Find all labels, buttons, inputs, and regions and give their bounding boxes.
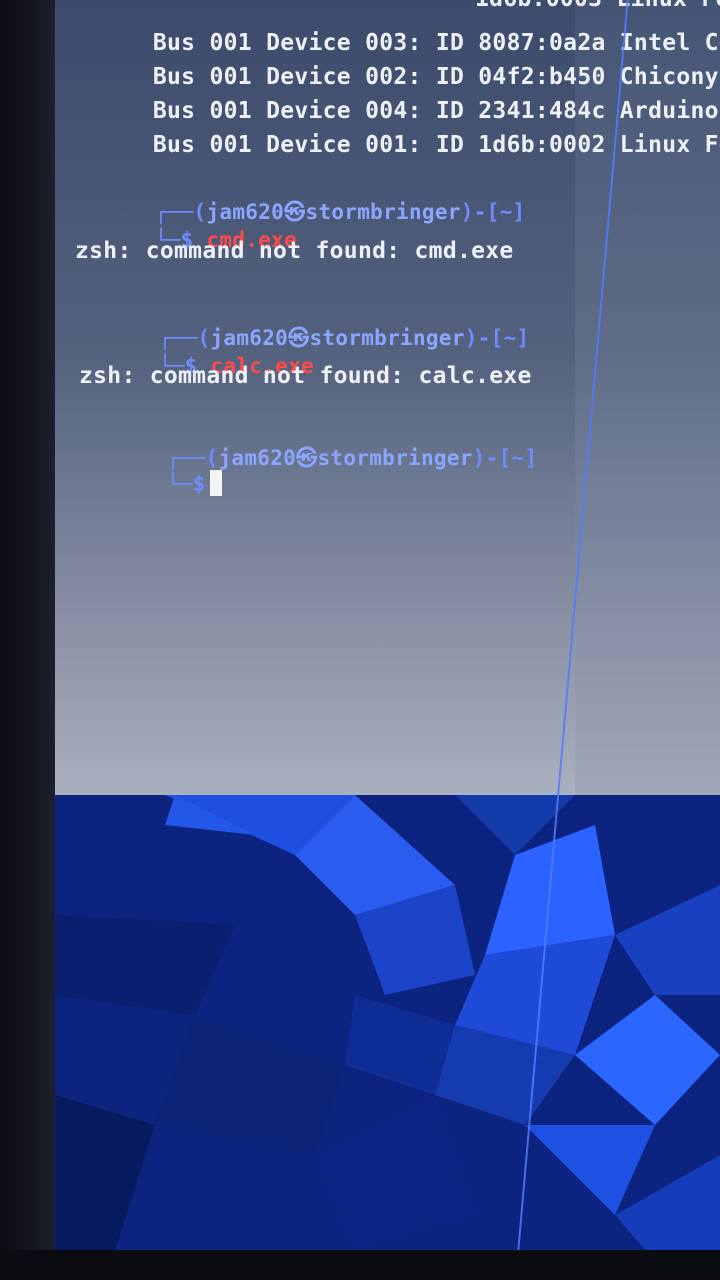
prompt-host: stormbringer — [317, 446, 473, 470]
prompt-close: )-[~] — [460, 200, 526, 224]
prompt-at: ㉿ — [296, 446, 318, 470]
usb-id: ID 1d6b:0002 — [435, 132, 606, 158]
usb-bus: Bus 001 Device 001: — [152, 132, 422, 158]
terminal-window[interactable]: 1d6b:0003 Linux Fou Bus 001 Device 003: … — [55, 0, 720, 795]
prompt-user: jam620 — [218, 446, 297, 470]
prompt-input-line[interactable]: └─$ — [89, 446, 222, 520]
command-output: zsh: command not found: calc.exe — [79, 363, 532, 389]
prompt-corner: └─ — [166, 472, 193, 496]
prompt-close: )-[~] — [464, 326, 530, 350]
monitor-screen: 1d6b:0003 Linux Fou Bus 001 Device 003: … — [55, 0, 720, 1250]
prompt-dollar: $ — [192, 472, 206, 496]
text-cursor[interactable] — [209, 470, 222, 496]
prompt-host: stormbringer — [305, 200, 461, 224]
prompt-host: stormbringer — [309, 326, 465, 350]
wallpaper-pattern — [55, 795, 720, 1250]
monitor-bezel-bottom — [0, 1250, 720, 1280]
desktop-wallpaper — [55, 795, 720, 1250]
command-output: zsh: command not found: cmd.exe — [75, 238, 514, 264]
usb-vendor: Linux Four — [619, 132, 720, 158]
prompt-close: )-[~] — [472, 446, 538, 470]
